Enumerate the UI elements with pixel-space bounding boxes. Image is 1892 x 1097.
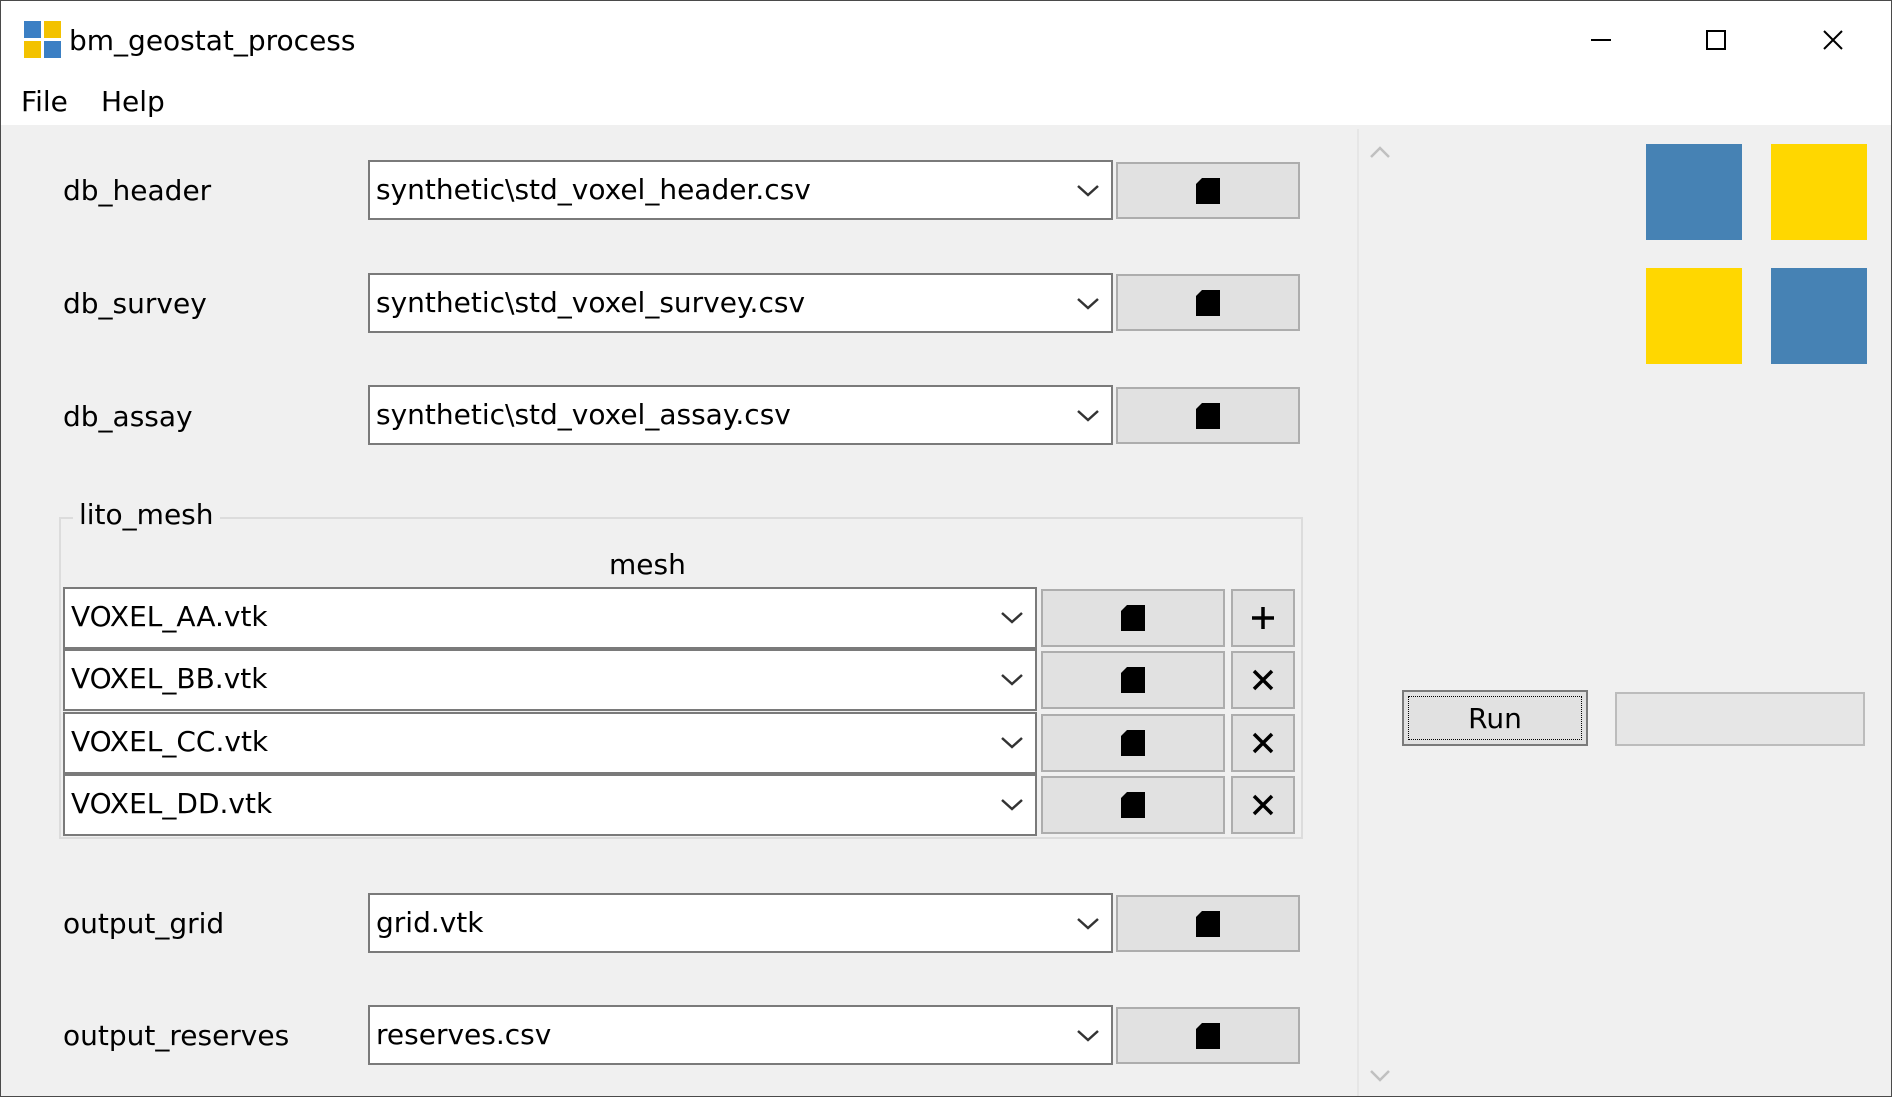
remove-mesh-button[interactable] <box>1231 776 1295 834</box>
chevron-down-icon <box>1077 185 1099 197</box>
file-icon <box>1121 667 1145 693</box>
remove-mesh-button[interactable] <box>1231 714 1295 772</box>
logo-square <box>1771 144 1867 240</box>
minimize-icon <box>1590 39 1611 41</box>
file-icon <box>1196 177 1220 204</box>
chevron-down-icon <box>1001 612 1023 624</box>
mesh-browse-button[interactable] <box>1041 776 1225 834</box>
db-header-browse-button[interactable] <box>1116 162 1300 219</box>
mesh-combo[interactable]: VOXEL_BB.vtk <box>63 649 1037 711</box>
mesh-combo[interactable]: VOXEL_DD.vtk <box>63 774 1037 836</box>
output-reserves-value: reserves.csv <box>376 1018 552 1051</box>
db-assay-browse-button[interactable] <box>1116 387 1300 444</box>
menu-file[interactable]: File <box>17 85 72 119</box>
chevron-down-icon <box>1001 674 1023 686</box>
mesh-value: VOXEL_AA.vtk <box>71 600 268 633</box>
close-icon <box>1252 669 1274 691</box>
chevron-down-icon <box>1077 410 1099 422</box>
file-icon <box>1196 910 1220 937</box>
mesh-value: VOXEL_DD.vtk <box>71 787 273 820</box>
db-assay-label: db_assay <box>63 400 193 433</box>
mesh-browse-button[interactable] <box>1041 714 1225 772</box>
output-grid-value: grid.vtk <box>376 906 484 939</box>
output-grid-combo[interactable]: grid.vtk <box>368 893 1113 953</box>
output-reserves-label: output_reserves <box>63 1019 290 1052</box>
window-title: bm_geostat_process <box>69 24 356 57</box>
db-header-combo[interactable]: synthetic\std_voxel_header.csv <box>368 160 1113 220</box>
chevron-down-icon <box>1077 918 1099 930</box>
focus-rectangle <box>1408 696 1582 740</box>
db-assay-value: synthetic\std_voxel_assay.csv <box>376 398 791 431</box>
db-survey-combo[interactable]: synthetic\std_voxel_survey.csv <box>368 273 1113 333</box>
close-icon <box>1822 30 1843 50</box>
output-grid-label: output_grid <box>63 907 225 940</box>
file-icon <box>1121 730 1145 756</box>
plus-icon <box>1252 607 1274 629</box>
lito-mesh-title: lito_mesh <box>73 498 220 532</box>
panel-divider <box>1357 129 1359 1096</box>
close-button[interactable] <box>1775 1 1890 79</box>
mesh-browse-button[interactable] <box>1041 589 1225 647</box>
chevron-down-icon <box>1077 1030 1099 1042</box>
mesh-browse-button[interactable] <box>1041 651 1225 709</box>
scroll-down-icon[interactable] <box>1367 1067 1393 1085</box>
title-bar: bm_geostat_process <box>1 1 1891 79</box>
menu-help[interactable]: Help <box>97 85 169 119</box>
logo-square <box>1646 268 1742 364</box>
chevron-down-icon <box>1077 298 1099 310</box>
remove-mesh-button[interactable] <box>1231 651 1295 709</box>
logo-square <box>1771 268 1867 364</box>
file-icon <box>1121 792 1145 818</box>
file-icon <box>1121 605 1145 631</box>
db-header-value: synthetic\std_voxel_header.csv <box>376 173 811 206</box>
add-mesh-button[interactable] <box>1231 589 1295 647</box>
app-icon <box>24 21 62 59</box>
db-survey-value: synthetic\std_voxel_survey.csv <box>376 286 806 319</box>
maximize-icon <box>1705 30 1726 50</box>
db-assay-combo[interactable]: synthetic\std_voxel_assay.csv <box>368 385 1113 445</box>
minimize-button[interactable] <box>1543 1 1658 79</box>
maximize-button[interactable] <box>1658 1 1773 79</box>
mesh-value: VOXEL_BB.vtk <box>71 662 268 695</box>
mesh-column-header: mesh <box>609 548 686 581</box>
db-survey-browse-button[interactable] <box>1116 274 1300 331</box>
close-icon <box>1252 732 1274 754</box>
mesh-value: VOXEL_CC.vtk <box>71 725 269 758</box>
db-survey-label: db_survey <box>63 287 207 320</box>
file-icon <box>1196 402 1220 429</box>
app-window: bm_geostat_process File Help db_header s… <box>0 0 1892 1097</box>
output-grid-browse-button[interactable] <box>1116 895 1300 952</box>
file-icon <box>1196 289 1220 316</box>
chevron-down-icon <box>1001 737 1023 749</box>
logo-square <box>1646 144 1742 240</box>
scroll-up-icon[interactable] <box>1367 143 1393 161</box>
mesh-combo[interactable]: VOXEL_CC.vtk <box>63 712 1037 774</box>
run-button[interactable]: Run <box>1402 690 1588 746</box>
menu-bar: File Help <box>1 79 1891 125</box>
chevron-down-icon <box>1001 799 1023 811</box>
db-header-label: db_header <box>63 174 212 207</box>
output-reserves-browse-button[interactable] <box>1116 1007 1300 1064</box>
mesh-combo[interactable]: VOXEL_AA.vtk <box>63 587 1037 649</box>
file-icon <box>1196 1022 1220 1049</box>
output-reserves-combo[interactable]: reserves.csv <box>368 1005 1113 1065</box>
progress-bar <box>1615 692 1865 746</box>
close-icon <box>1252 794 1274 816</box>
